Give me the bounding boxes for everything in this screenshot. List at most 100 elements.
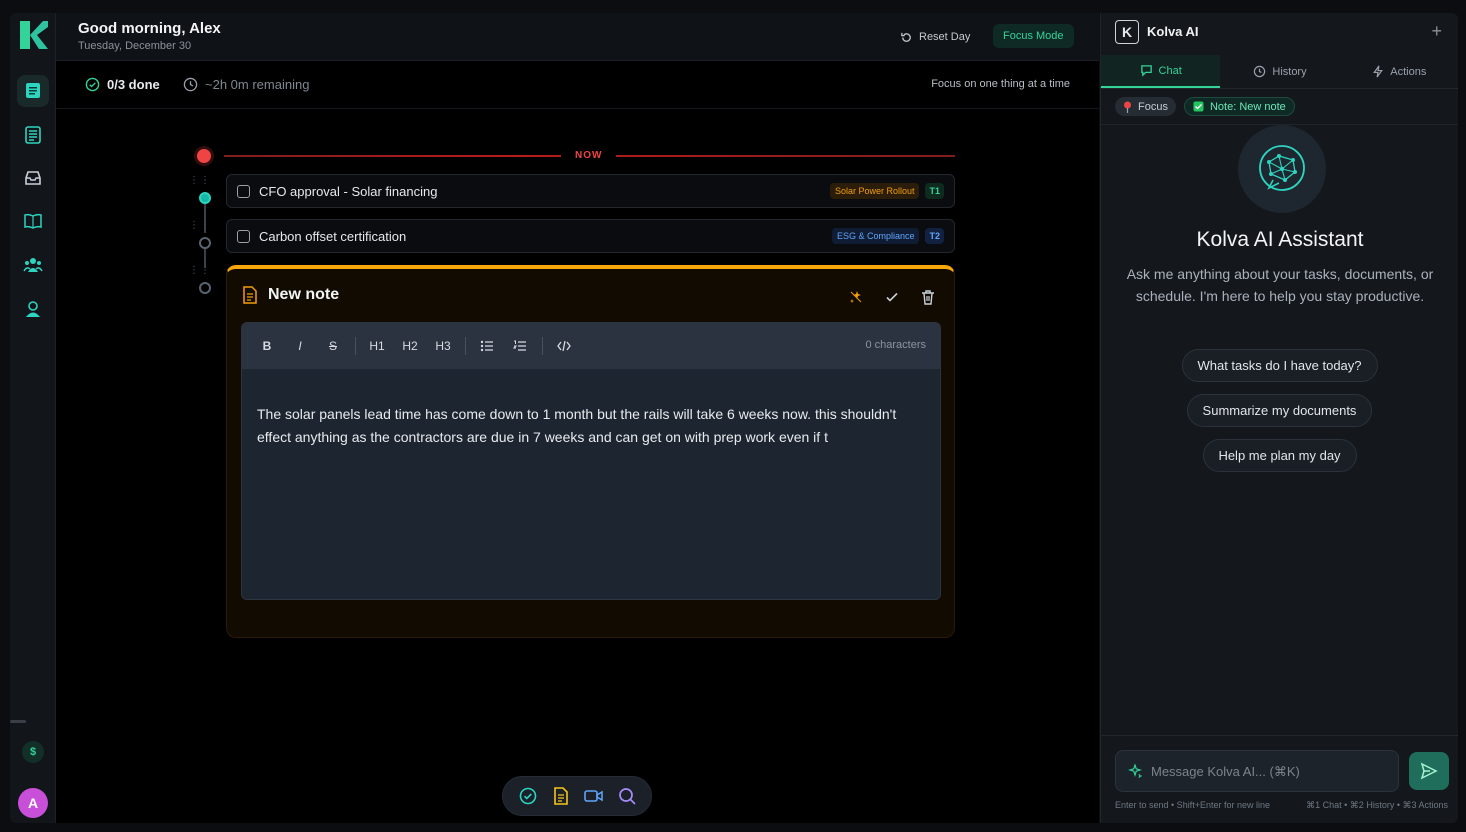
- italic-button[interactable]: I: [287, 333, 313, 359]
- rail-resize-handle[interactable]: [10, 720, 26, 723]
- timeline-node-active: [199, 192, 211, 204]
- avatar[interactable]: A: [18, 788, 48, 818]
- save-note-button[interactable]: [884, 289, 900, 305]
- suggestion-button[interactable]: Summarize my documents: [1186, 394, 1373, 427]
- reset-day-button[interactable]: Reset Day: [900, 26, 970, 48]
- kolva-logo-icon: K: [1115, 20, 1139, 44]
- suggestion-button[interactable]: What tasks do I have today?: [1181, 349, 1378, 382]
- logo-icon[interactable]: [17, 19, 49, 51]
- ai-assistant-icon: [1238, 125, 1326, 213]
- tab-history[interactable]: History: [1220, 55, 1339, 88]
- task-checkbox[interactable]: [237, 184, 250, 198]
- code-button[interactable]: [551, 333, 577, 359]
- dock-tasks-button[interactable]: [517, 785, 539, 807]
- greeting: Good morning, Alex: [78, 20, 221, 37]
- bolt-icon: [1373, 65, 1384, 78]
- history-icon: [1254, 65, 1266, 78]
- tab-chat[interactable]: Chat: [1101, 55, 1221, 88]
- strikethrough-button[interactable]: S: [320, 333, 346, 359]
- keyboard-hint: Enter to send • Shift+Enter for new line: [1115, 800, 1270, 810]
- ai-sparkle-icon: [850, 291, 862, 303]
- task-row[interactable]: Carbon offset certification ESG & Compli…: [226, 219, 955, 253]
- timeline-node: [199, 237, 211, 249]
- message-input[interactable]: [1151, 763, 1391, 779]
- ordered-list-button[interactable]: [507, 333, 533, 359]
- nav-team-button[interactable]: [17, 249, 49, 281]
- reset-icon: [901, 32, 911, 42]
- note-icon: [553, 787, 568, 805]
- app-window: $ A Good morning, Alex Tuesday, December…: [10, 13, 1458, 823]
- chat-icon: [1140, 65, 1152, 77]
- top-bar: Good morning, Alex Tuesday, December 30 …: [56, 13, 1099, 61]
- clock-icon: [183, 77, 198, 92]
- ai-panel: K Kolva AI + Chat History Actions Focus: [1100, 13, 1458, 823]
- ordered-list-icon: [513, 340, 526, 351]
- note-editor[interactable]: B I S H1 H2 H3 0 characters The solar pa…: [241, 322, 941, 600]
- dock-search-button[interactable]: [616, 785, 638, 807]
- nav-reading-button[interactable]: [17, 205, 49, 237]
- context-chips: Focus Note: New note: [1115, 97, 1295, 116]
- tab-actions[interactable]: Actions: [1340, 55, 1458, 88]
- new-chat-button[interactable]: +: [1431, 21, 1442, 42]
- toolbar-divider: [542, 337, 543, 355]
- bold-button[interactable]: B: [254, 333, 280, 359]
- send-icon: [1420, 762, 1438, 780]
- project-tag: ESG & Compliance: [831, 228, 920, 244]
- character-count: 0 characters: [865, 339, 926, 351]
- bottom-dock: [502, 776, 652, 816]
- search-icon: [618, 788, 636, 805]
- toolbar-divider: [465, 337, 466, 355]
- suggestion-button[interactable]: Help me plan my day: [1202, 439, 1357, 472]
- drag-handle[interactable]: ⋮⋮: [189, 221, 211, 231]
- panel-tabs: Chat History Actions: [1101, 55, 1458, 89]
- dashboard-icon: [26, 83, 40, 98]
- task-title: CFO approval - Solar financing: [259, 183, 438, 199]
- focus-hint: Focus on one thing at a time: [931, 78, 1070, 90]
- panel-title: Kolva AI: [1147, 24, 1199, 39]
- tier-badge: T1: [925, 183, 944, 199]
- heading1-button[interactable]: H1: [364, 333, 390, 359]
- reset-day-label: Reset Day: [919, 31, 971, 43]
- delete-note-button[interactable]: [920, 289, 936, 305]
- tab-chat-label: Chat: [1158, 64, 1182, 77]
- heading3-button[interactable]: H3: [430, 333, 456, 359]
- note-header: New note: [242, 286, 339, 304]
- documents-icon: [25, 126, 41, 144]
- tasks-icon: [519, 787, 536, 805]
- check-circle-icon: [85, 77, 100, 92]
- assistant-title: Kolva AI Assistant: [1196, 228, 1364, 251]
- timeline-node: [199, 282, 211, 294]
- dollar-icon[interactable]: $: [22, 741, 44, 763]
- context-chip-focus[interactable]: Focus: [1115, 97, 1176, 116]
- tier-badge: T2: [925, 228, 944, 244]
- nav-documents-button[interactable]: [17, 119, 49, 151]
- time-remaining: ~2h 0m remaining: [183, 77, 309, 92]
- ai-sparkle-button[interactable]: [848, 289, 864, 305]
- message-box[interactable]: [1115, 750, 1399, 792]
- task-checkbox[interactable]: [237, 229, 250, 243]
- drag-handle[interactable]: ⋮⋮: [189, 266, 211, 276]
- dock-video-button[interactable]: [583, 785, 605, 807]
- dock-notes-button[interactable]: [550, 785, 572, 807]
- task-title: Carbon offset certification: [259, 228, 407, 244]
- toolbar-divider: [355, 337, 356, 355]
- context-chip-label: Focus: [1138, 100, 1168, 113]
- send-button[interactable]: [1409, 752, 1449, 790]
- nav-dashboard-button[interactable]: [17, 75, 49, 107]
- nav-profile-button[interactable]: [17, 293, 49, 325]
- heading2-button[interactable]: H2: [397, 333, 423, 359]
- task-row[interactable]: CFO approval - Solar financing Solar Pow…: [226, 174, 955, 208]
- note-title: New note: [268, 286, 340, 303]
- drag-handle[interactable]: ⋮⋮: [189, 176, 211, 186]
- bullet-list-button[interactable]: [474, 333, 500, 359]
- note-body-text[interactable]: The solar panels lead time has come down…: [257, 403, 897, 449]
- project-tag: Solar Power Rollout: [829, 183, 920, 199]
- tab-actions-label: Actions: [1390, 65, 1427, 78]
- tab-history-label: History: [1272, 65, 1307, 78]
- pin-icon: [1124, 101, 1131, 113]
- focus-mode-button[interactable]: Focus Mode: [993, 24, 1074, 48]
- nav-inbox-button[interactable]: [17, 162, 49, 194]
- now-label: NOW: [561, 150, 617, 161]
- context-chip-note[interactable]: Note: New note: [1183, 97, 1295, 116]
- bullet-list-icon: [480, 340, 493, 352]
